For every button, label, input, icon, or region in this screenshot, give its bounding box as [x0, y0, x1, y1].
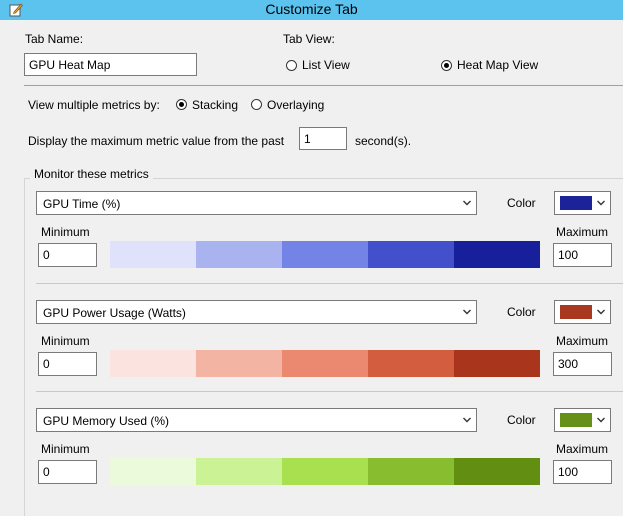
display-max-unit: second(s). [355, 134, 412, 148]
view-multiple-label: View multiple metrics by: [28, 98, 160, 112]
ramp-step [454, 241, 540, 268]
metric-3-color-swatch [560, 413, 592, 427]
divider [24, 85, 623, 86]
ramp-step [110, 350, 196, 377]
metric-2-color-picker[interactable] [554, 300, 611, 324]
heat-map-view-radio[interactable] [441, 60, 452, 71]
title-bar[interactable]: Customize Tab [0, 0, 623, 20]
metric-3-min-input[interactable]: 0 [38, 460, 97, 484]
metric-3-color-label: Color [507, 413, 536, 427]
metric-3-color-picker[interactable] [554, 408, 611, 432]
metric-3-max-input[interactable]: 100 [553, 460, 612, 484]
ramp-step [368, 241, 454, 268]
metric-1-color-label: Color [507, 196, 536, 210]
metric-2-color-label: Color [507, 305, 536, 319]
metric-1-max-label: Maximum [556, 225, 609, 239]
ramp-step [282, 350, 368, 377]
metric-1-min-label: Minimum [41, 225, 90, 239]
display-max-input[interactable]: 1 [299, 127, 347, 150]
metric-3-select[interactable]: GPU Memory Used (%) [36, 408, 477, 432]
ramp-step [110, 458, 196, 485]
ramp-step [196, 241, 282, 268]
metric-separator [36, 283, 623, 284]
metric-separator [36, 391, 623, 392]
metric-2-max-label: Maximum [556, 334, 609, 348]
chevron-down-icon [597, 417, 605, 423]
list-view-radio[interactable] [286, 60, 297, 71]
monitor-metrics-title: Monitor these metrics [30, 167, 153, 181]
ramp-step [454, 350, 540, 377]
tab-view-label: Tab View: [283, 32, 335, 46]
ramp-step [454, 458, 540, 485]
metric-1-name: GPU Time (%) [43, 197, 121, 211]
ramp-step [368, 350, 454, 377]
stacking-label[interactable]: Stacking [192, 98, 238, 112]
metric-2-min-label: Minimum [41, 334, 90, 348]
metric-3-min-label: Minimum [41, 442, 90, 456]
metric-3-name: GPU Memory Used (%) [43, 414, 170, 428]
ramp-step [110, 241, 196, 268]
metric-2-color-ramp [110, 350, 540, 377]
ramp-step [368, 458, 454, 485]
ramp-step [196, 350, 282, 377]
metric-1-color-ramp [110, 241, 540, 268]
metric-1-select[interactable]: GPU Time (%) [36, 191, 477, 215]
chevron-down-icon [597, 200, 605, 206]
tab-name-input[interactable]: GPU Heat Map [24, 53, 197, 76]
list-view-label[interactable]: List View [302, 58, 350, 72]
ramp-step [282, 458, 368, 485]
metric-3-max-label: Maximum [556, 442, 609, 456]
metric-1-min-input[interactable]: 0 [38, 243, 97, 267]
window-title: Customize Tab [265, 1, 358, 17]
metric-3-color-ramp [110, 458, 540, 485]
heat-map-view-label[interactable]: Heat Map View [457, 58, 538, 72]
display-max-label: Display the maximum metric value from th… [28, 134, 285, 148]
metric-2-color-swatch [560, 305, 592, 319]
chevron-down-icon [597, 309, 605, 315]
metric-2-name: GPU Power Usage (Watts) [43, 306, 186, 320]
metric-1-max-input[interactable]: 100 [553, 243, 612, 267]
metric-2-min-input[interactable]: 0 [38, 352, 97, 376]
ramp-step [282, 241, 368, 268]
overlaying-label[interactable]: Overlaying [267, 98, 324, 112]
metric-1-color-picker[interactable] [554, 191, 611, 215]
ramp-step [196, 458, 282, 485]
chevron-down-icon [463, 417, 471, 423]
tab-name-label: Tab Name: [25, 32, 84, 46]
chevron-down-icon [463, 309, 471, 315]
metric-2-select[interactable]: GPU Power Usage (Watts) [36, 300, 477, 324]
chevron-down-icon [463, 200, 471, 206]
metric-1-color-swatch [560, 196, 592, 210]
overlaying-radio[interactable] [251, 99, 262, 110]
metric-2-max-input[interactable]: 300 [553, 352, 612, 376]
stacking-radio[interactable] [176, 99, 187, 110]
